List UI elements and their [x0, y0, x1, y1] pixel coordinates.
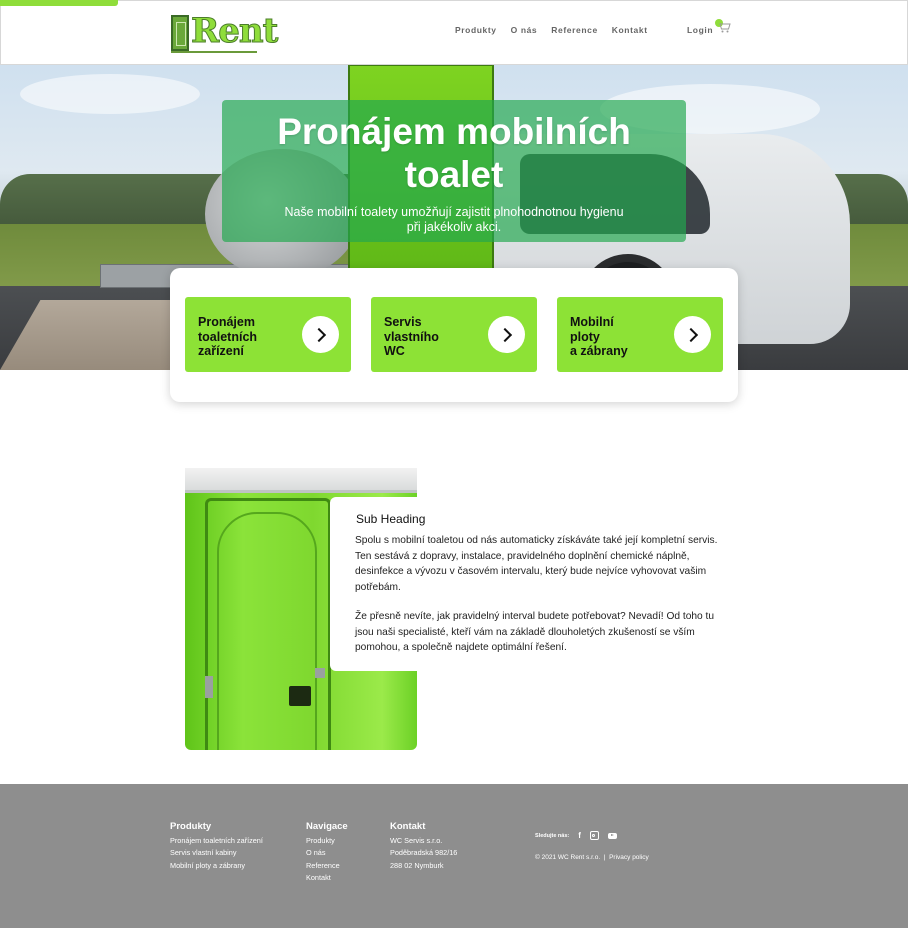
footer-link[interactable]: Kontakt [306, 872, 348, 884]
footer-link[interactable]: Produkty [306, 835, 348, 847]
content-paragraph-2: Že přesně nevíte, jak pravidelný interva… [355, 611, 715, 653]
footer-col-navigace: Navigace Produkty O nás Reference Kontak… [306, 821, 348, 884]
nav-item-o-nas[interactable]: O nás [511, 25, 538, 35]
service-label-line: WC [384, 344, 405, 358]
service-card-label: Mobilní ploty a zábrany [570, 315, 670, 359]
social-follow: Sledujte nás: f [535, 831, 617, 840]
service-card-label: Servis vlastního WC [384, 315, 484, 359]
copyright-text: © 2021 WC Rent s.r.o. [535, 854, 601, 861]
hero-subtitle: Naše mobilní toalety umožňují zajistit p… [284, 205, 624, 234]
arrow-button[interactable] [674, 316, 711, 353]
content-paragraph-1: Spolu s mobilní toaletou od nás automati… [355, 535, 718, 593]
service-card-pronajem[interactable]: Pronájem toaletních zařízení [185, 297, 351, 372]
service-label-line: Pronájem [198, 315, 255, 329]
facebook-icon[interactable]: f [578, 831, 581, 840]
instagram-icon[interactable] [589, 831, 599, 840]
footer-contact-line: 288 02 Nymburk [390, 860, 444, 870]
footer-heading: Produkty [170, 821, 212, 832]
logo-underline [171, 51, 257, 53]
sub-heading: Sub Heading [356, 512, 426, 526]
site-header: Rent Produkty O nás Reference Kontakt Lo… [0, 0, 908, 65]
footer-link[interactable]: Mobilní ploty a zábrany [170, 860, 263, 872]
footer-link[interactable]: O nás [306, 847, 348, 859]
footer-heading: Navigace [306, 821, 348, 832]
nav-item-reference[interactable]: Reference [551, 25, 598, 35]
service-label-line: vlastního [384, 329, 439, 344]
cart-icon[interactable] [715, 19, 733, 35]
chevron-right-icon [311, 327, 327, 342]
footer-link[interactable]: Reference [306, 860, 348, 872]
youtube-icon[interactable] [607, 832, 617, 839]
footer-link[interactable]: Pronájem toaletních zařízení [170, 835, 263, 847]
arrow-button[interactable] [302, 316, 339, 353]
site-footer: Produkty Pronájem toaletních zařízení Se… [0, 784, 908, 928]
toilet-door-hinge [205, 676, 213, 698]
arrow-button[interactable] [488, 316, 525, 353]
hero-title-line1: Pronájem mobilních [277, 111, 631, 152]
hero-card: Pronájem mobilních toalet Naše mobilní t… [222, 100, 686, 242]
service-card-ploty[interactable]: Mobilní ploty a zábrany [557, 297, 723, 372]
hero-title: Pronájem mobilních toalet [222, 110, 686, 196]
service-label-line: ploty [570, 329, 600, 344]
toilet-roof [185, 468, 417, 493]
footer-link[interactable]: Servis vlastní kabiny [170, 847, 263, 859]
main-nav: Produkty O nás Reference Kontakt [455, 25, 648, 35]
nav-item-kontakt[interactable]: Kontakt [612, 25, 648, 35]
logo-toilet-icon [171, 15, 189, 51]
service-card-servis[interactable]: Servis vlastního WC [371, 297, 537, 372]
footer-heading: Kontakt [390, 821, 426, 832]
service-label-line: toaletních [198, 329, 258, 344]
chevron-right-icon [683, 327, 699, 342]
toilet-door-lock [289, 686, 311, 706]
copyright-separator: | [603, 854, 606, 861]
logo-text: Rent [190, 11, 278, 52]
privacy-policy-link[interactable]: Privacy policy [609, 854, 649, 861]
login-link[interactable]: Login [687, 25, 713, 35]
footer-col-produkty: Produkty Pronájem toaletních zařízení Se… [170, 821, 263, 872]
chevron-right-icon [497, 327, 513, 342]
footer-col-kontakt: Kontakt WC Servis s.r.o. Poděbradská 982… [390, 821, 457, 872]
service-label-line: Mobilní [570, 315, 614, 329]
copyright-line: © 2021 WC Rent s.r.o. | Privacy policy [535, 854, 649, 861]
service-card-label: Pronájem toaletních zařízení [198, 315, 298, 359]
service-label-line: a zábrany [570, 344, 628, 358]
footer-contact-line: Poděbradská 982/16 [390, 848, 458, 858]
service-label-line: zařízení [198, 344, 244, 358]
nav-item-produkty[interactable]: Produkty [455, 25, 497, 35]
hero-bg-cloud [20, 74, 200, 114]
toilet-door-slot [315, 668, 325, 678]
services-panel: Pronájem toaletních zařízení Servis vlas… [170, 268, 738, 402]
top-accent-bar [0, 0, 118, 6]
content-text-card: Sub Heading Spolu s mobilní toaletou od … [330, 497, 728, 671]
service-label-line: Servis [384, 315, 422, 329]
toilet-door-panel [217, 512, 317, 750]
site-logo[interactable]: Rent [171, 11, 279, 54]
footer-contact-line: WC Servis s.r.o. [390, 836, 443, 845]
follow-label: Sledujte nás: [535, 832, 570, 839]
hero-title-line2: toalet [404, 154, 504, 195]
